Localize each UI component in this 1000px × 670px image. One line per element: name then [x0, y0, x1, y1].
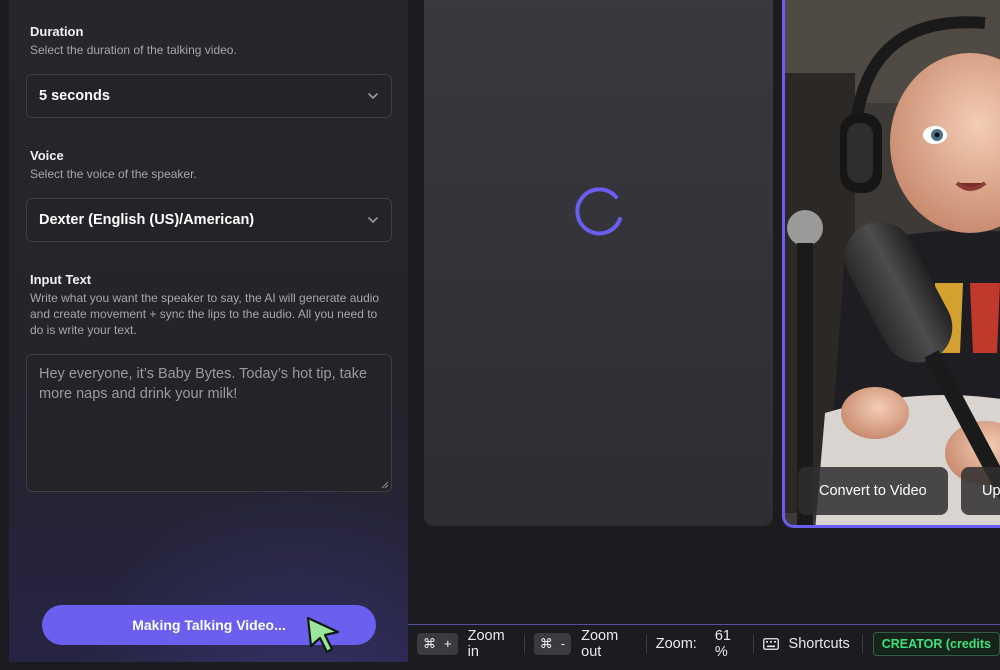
- duration-select[interactable]: 5 seconds: [26, 74, 392, 118]
- upscale-button[interactable]: Up: [961, 467, 1000, 515]
- zoom-in-shortcut: ⌘ +: [417, 632, 458, 655]
- shortcuts-button[interactable]: Shortcuts: [762, 635, 850, 652]
- loading-spinner-icon: [575, 187, 622, 236]
- zoom-in-control[interactable]: ⌘ + Zoom in: [417, 628, 512, 660]
- voice-value: Dexter (English (US)/American): [39, 212, 255, 228]
- duration-description: Select the duration of the talking video…: [30, 43, 237, 57]
- convert-to-video-button[interactable]: Convert to Video: [798, 467, 948, 515]
- zoom-out-label: Zoom out: [581, 627, 619, 660]
- chevron-down-icon: [368, 93, 378, 100]
- input-text-description: Write what you want the speaker to say, …: [30, 291, 380, 337]
- voice-label: Voice: [30, 148, 64, 163]
- zoom-out-shortcut: ⌘ -: [533, 632, 572, 655]
- minus-key: -: [560, 636, 566, 651]
- plan-badge: CREATOR (credits: [872, 631, 1000, 656]
- toolbar-divider: [861, 634, 863, 653]
- toolbar-divider: [645, 634, 647, 653]
- command-key-icon: ⌘: [423, 635, 436, 651]
- canvas-toolbar: ⌘ + Zoom in ⌘ - Zoom out Zoom: 61 % Shor…: [408, 624, 1000, 662]
- zoom-value: 61 %: [714, 627, 731, 660]
- duration-value: 5 seconds: [39, 88, 110, 104]
- duration-label: Duration: [30, 24, 84, 39]
- keyboard-icon: [762, 637, 779, 650]
- baby-podcaster-image: [785, 0, 1000, 525]
- chevron-down-icon: [368, 217, 378, 224]
- plus-key: +: [444, 636, 452, 651]
- settings-panel: Duration Select the duration of the talk…: [9, 0, 408, 662]
- mouse-cursor-icon: [306, 616, 340, 654]
- zoom-level: Zoom: 61 %: [656, 628, 741, 660]
- selected-image-card[interactable]: Convert to Video Up: [782, 0, 1000, 528]
- zoom-in-label: Zoom in: [467, 627, 505, 660]
- voice-select[interactable]: Dexter (English (US)/American): [26, 198, 392, 242]
- voice-description: Select the voice of the speaker.: [30, 167, 197, 181]
- toolbar-divider: [523, 634, 525, 653]
- toolbar-divider: [752, 634, 754, 653]
- input-text-label: Input Text: [30, 272, 92, 287]
- input-text-value: Hey everyone, it’s Baby Bytes. Today’s h…: [39, 366, 368, 402]
- resize-handle-icon[interactable]: [381, 481, 389, 489]
- command-key-icon: ⌘: [539, 635, 553, 651]
- input-text-field[interactable]: Hey everyone, it’s Baby Bytes. Today’s h…: [26, 354, 392, 492]
- zoom-label: Zoom:: [655, 635, 697, 652]
- shortcuts-label: Shortcuts: [788, 635, 850, 652]
- zoom-out-control[interactable]: ⌘ - Zoom out: [533, 627, 634, 660]
- generating-video-card: [424, 0, 773, 526]
